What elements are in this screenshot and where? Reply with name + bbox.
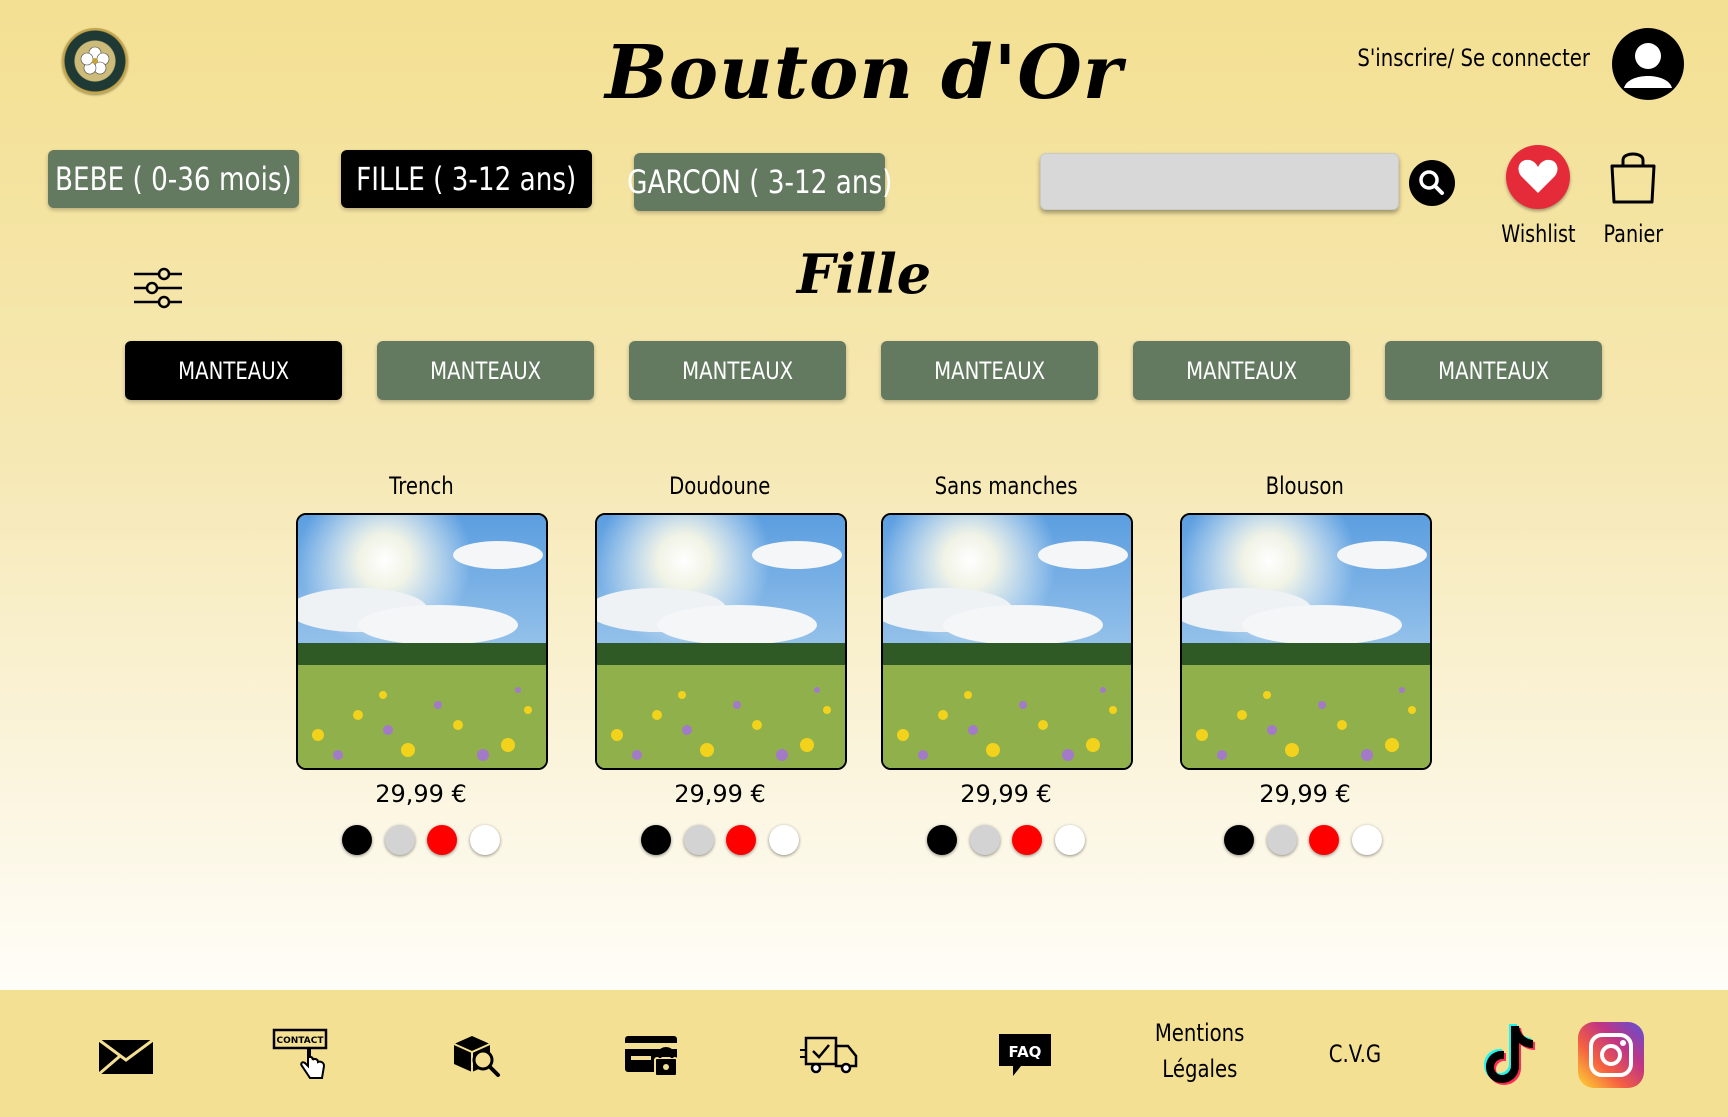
product-price: 29,99 € [1259, 780, 1351, 808]
subcategory-button-2[interactable]: MANTEAUX [377, 341, 594, 400]
product-price: 29,99 € [674, 780, 766, 808]
subcategory-button-6[interactable]: MANTEAUX [1385, 341, 1602, 400]
brand-title[interactable]: Bouton d'Or [0, 28, 1728, 118]
color-swatch-red[interactable] [427, 825, 457, 855]
delivery-truck-icon[interactable] [800, 1030, 860, 1080]
color-swatch-black[interactable] [927, 825, 957, 855]
svg-text:CONTACT: CONTACT [277, 1036, 325, 1046]
color-swatch-red[interactable] [726, 825, 756, 855]
page-title: Fille [796, 242, 932, 306]
subcategory-button-5[interactable]: MANTEAUX [1133, 341, 1350, 400]
footer [0, 990, 1728, 1117]
tab-bebe[interactable]: BEBE ( 0-36 mois) [48, 150, 299, 208]
product-name[interactable]: Blouson [1180, 472, 1430, 500]
color-swatch-grey[interactable] [970, 825, 1000, 855]
product-price: 29,99 € [960, 780, 1052, 808]
legal-notice-link[interactable]: Mentions Légales [1140, 1015, 1260, 1087]
faq-icon[interactable]: FAQ [995, 1030, 1055, 1080]
color-swatch-grey[interactable] [385, 825, 415, 855]
tab-fille[interactable]: FILLE ( 3-12 ans) [341, 150, 592, 208]
search-input[interactable] [1040, 153, 1399, 210]
color-swatch-red[interactable] [1012, 825, 1042, 855]
subcategory-button-4[interactable]: MANTEAUX [881, 341, 1098, 400]
product-image[interactable] [296, 513, 548, 770]
wishlist-heart-icon[interactable] [1506, 145, 1570, 209]
product-image[interactable] [1180, 513, 1432, 770]
color-swatch-white[interactable] [1352, 825, 1382, 855]
mail-icon[interactable] [96, 1030, 156, 1080]
search-icon[interactable] [1409, 160, 1455, 206]
product-price: 29,99 € [375, 780, 467, 808]
login-signup-link[interactable]: S'inscrire/ Se connecter [1352, 44, 1590, 72]
secure-payment-icon[interactable] [623, 1030, 683, 1080]
contact-icon[interactable]: CONTACT [272, 1026, 332, 1079]
subcategory-button-3[interactable]: MANTEAUX [629, 341, 846, 400]
svg-text:FAQ: FAQ [1009, 1043, 1042, 1061]
color-swatch-red[interactable] [1309, 825, 1339, 855]
color-swatch-white[interactable] [470, 825, 500, 855]
product-name[interactable]: Sans manches [881, 472, 1131, 500]
color-swatch-white[interactable] [1055, 825, 1085, 855]
color-swatch-black[interactable] [641, 825, 671, 855]
color-swatch-black[interactable] [1224, 825, 1254, 855]
tab-garcon[interactable]: GARCON ( 3-12 ans) [627, 153, 892, 211]
product-image[interactable] [881, 513, 1133, 770]
instagram-icon[interactable] [1576, 1020, 1646, 1090]
color-swatch-grey[interactable] [684, 825, 714, 855]
user-account-icon[interactable] [1612, 28, 1684, 100]
product-name[interactable]: Trench [296, 472, 546, 500]
cvg-link[interactable]: C.V.G [1310, 1036, 1400, 1072]
product-name[interactable]: Doudoune [595, 472, 845, 500]
color-swatch-black[interactable] [342, 825, 372, 855]
color-swatch-grey[interactable] [1267, 825, 1297, 855]
package-search-icon[interactable] [450, 1030, 510, 1080]
cart-bag-icon[interactable] [1608, 148, 1658, 206]
tiktok-icon[interactable] [1475, 1020, 1541, 1090]
subcategory-button-1[interactable]: MANTEAUX [125, 341, 342, 400]
product-image[interactable] [595, 513, 847, 770]
color-swatch-white[interactable] [769, 825, 799, 855]
